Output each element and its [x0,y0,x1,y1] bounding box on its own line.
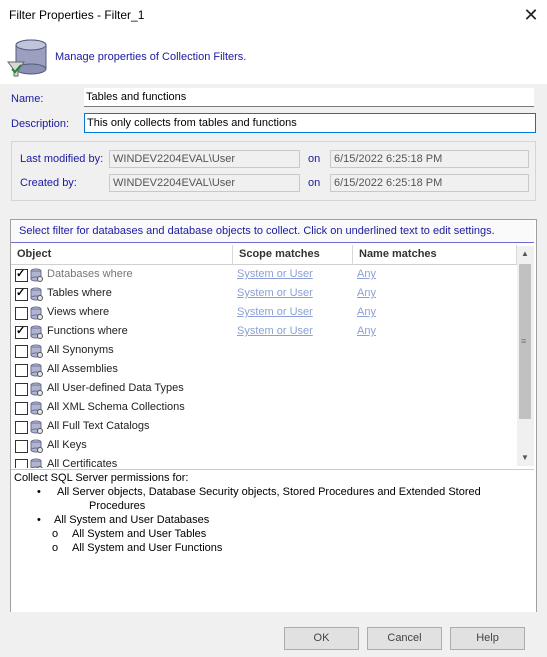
row-checkbox[interactable] [15,324,28,339]
table-row[interactable]: All Synonyms [11,342,518,361]
row-checkbox[interactable] [15,459,28,468]
row-checkbox[interactable] [15,440,28,453]
row-label: Tables where [47,287,112,299]
row-label: All XML Schema Collections [47,401,185,413]
row-label: Databases where [47,268,133,280]
database-object-icon [30,344,43,358]
row-label: All Keys [47,439,87,451]
bullet-1-line-1: All Server objects, Database Security ob… [57,486,481,498]
name-field[interactable]: Tables and functions [84,88,534,107]
name-link[interactable]: Any [357,306,376,318]
close-icon[interactable]: ✕ [520,4,542,26]
table-row[interactable]: All Assemblies [11,361,518,380]
sub-bullet-2: All System and User Functions [72,542,223,554]
row-checkbox[interactable] [15,402,28,415]
name-link[interactable]: Any [357,287,376,299]
permissions-description: Collect SQL Server permissions for: • Al… [11,469,534,611]
scope-link[interactable]: System or User [237,325,313,337]
database-object-icon [30,306,43,320]
ok-button[interactable]: OK [284,627,359,650]
table-row[interactable]: Tables where System or User Any [11,285,518,304]
table-row[interactable]: Databases where System or User Any [11,266,518,285]
row-label: All User-defined Data Types [47,382,184,394]
table-row[interactable]: All Keys [11,437,518,456]
bullet-1-line-2: Procedures [89,500,146,512]
created-label: Created by: [20,177,77,189]
bullet-icon: • [37,486,41,498]
bullet-2: All System and User Databases [54,514,210,526]
row-checkbox[interactable] [15,345,28,358]
cancel-button[interactable]: Cancel [367,627,442,650]
database-object-icon [30,287,43,301]
database-object-icon [30,363,43,377]
sub-bullet-icon: o [52,542,59,554]
sub-bullet-1: All System and User Tables [72,528,207,540]
database-object-icon [30,268,43,282]
scope-link[interactable]: System or User [237,287,313,299]
description-label: Description: [11,118,70,130]
name-link[interactable]: Any [357,268,376,280]
column-header-name[interactable]: Name matches [353,245,517,264]
scroll-down-icon[interactable]: ▼ [521,453,529,462]
table-row[interactable]: All User-defined Data Types [11,380,518,399]
last-modified-user: WINDEV2204EVAL\User [109,150,300,168]
on-label-2: on [308,177,321,189]
name-label: Name: [11,93,44,105]
help-button[interactable]: Help [450,627,525,650]
row-label: Functions where [47,325,128,337]
table-row[interactable]: Views where System or User Any [11,304,518,323]
window-title: Filter Properties - Filter_1 [9,8,145,22]
row-label: Views where [47,306,110,318]
row-label: All Synonyms [47,344,114,356]
database-object-icon [30,458,43,468]
created-user: WINDEV2204EVAL\User [109,174,300,192]
description-field[interactable]: This only collects from tables and funct… [84,113,536,133]
instruction-bar: Select filter for databases and database… [11,220,534,243]
permissions-heading: Collect SQL Server permissions for: [14,472,189,484]
row-checkbox[interactable] [15,286,28,301]
scope-link[interactable]: System or User [237,268,313,280]
table-row[interactable]: All Full Text Catalogs [11,418,518,437]
instruction-text: Select filter for databases and database… [19,225,495,237]
name-link[interactable]: Any [357,325,376,337]
created-date: 6/15/2022 6:25:18 PM [330,174,529,192]
database-object-icon [30,382,43,396]
column-header-object[interactable]: Object [11,245,233,264]
row-checkbox[interactable] [15,267,28,282]
scroll-up-icon[interactable]: ▲ [521,249,529,258]
row-checkbox[interactable] [15,307,28,320]
grip-icon: ≡ [521,336,527,346]
last-modified-date: 6/15/2022 6:25:18 PM [330,150,529,168]
database-object-icon [30,325,43,339]
column-header-scope[interactable]: Scope matches [233,245,353,264]
header-divider [11,264,517,265]
row-checkbox[interactable] [15,421,28,434]
row-label: All Certificates [47,458,118,468]
row-checkbox[interactable] [15,364,28,377]
database-object-icon [30,439,43,453]
table-row[interactable]: All XML Schema Collections [11,399,518,418]
table-row[interactable]: All Certificates [11,456,518,468]
database-object-icon [30,420,43,434]
row-label: All Full Text Catalogs [47,420,150,432]
row-checkbox[interactable] [15,383,28,396]
scope-link[interactable]: System or User [237,306,313,318]
on-label-1: on [308,153,321,165]
database-object-icon [30,401,43,415]
database-icon [4,36,50,80]
row-label: All Assemblies [47,363,118,375]
bullet-icon: • [37,514,41,526]
sub-bullet-icon: o [52,528,59,540]
last-modified-label: Last modified by: [20,153,104,165]
table-row[interactable]: Functions where System or User Any [11,323,518,342]
header-text: Manage properties of Collection Filters. [55,51,247,63]
